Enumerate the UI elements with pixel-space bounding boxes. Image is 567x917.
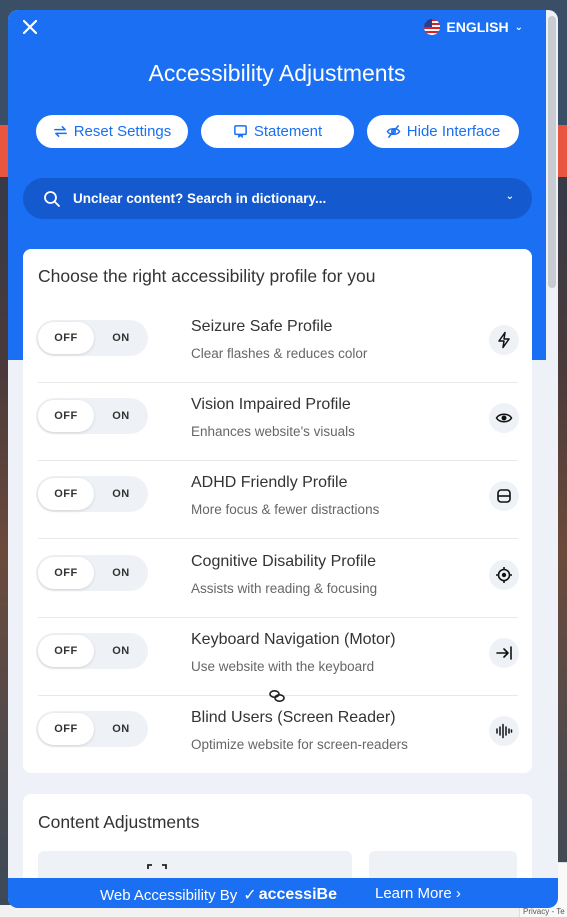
hide-interface-button[interactable]: Hide Interface (367, 115, 519, 148)
close-button[interactable] (20, 17, 42, 39)
toggle-on-label[interactable]: ON (96, 635, 146, 667)
chevron-down-icon: ⌄ (505, 191, 514, 202)
profile-row-blind-users: OFF ON Blind Users (Screen Reader) Optim… (36, 696, 519, 774)
powered-by[interactable]: Web Accessibility By ✓ accessiBe (100, 885, 337, 905)
accessibe-logo: ✓ accessiBe (243, 885, 337, 905)
profile-title: Keyboard Navigation (Motor) (191, 631, 396, 648)
learn-more-link[interactable]: Learn More › (375, 885, 461, 902)
panel-title: Accessibility Adjustments (148, 60, 406, 86)
search-icon (44, 190, 60, 207)
eye-slash-icon (386, 125, 401, 138)
reset-settings-button[interactable]: Reset Settings (36, 115, 188, 148)
powered-by-label: Web Accessibility By (100, 886, 238, 904)
profile-title: Vision Impaired Profile (191, 396, 351, 413)
lightning-icon (489, 325, 519, 355)
dictionary-search[interactable]: Unclear content? Search in dictionary...… (23, 178, 532, 219)
language-selector[interactable]: ENGLISH ⌄ (424, 19, 523, 35)
language-label: ENGLISH (446, 19, 509, 35)
profile-title: ADHD Friendly Profile (191, 474, 348, 491)
profile-description: Optimize website for screen-readers (191, 737, 408, 752)
accessibe-check-icon: ✓ (243, 887, 257, 904)
toggle-on-label[interactable]: ON (96, 557, 146, 589)
toggle-on-label[interactable]: ON (96, 322, 146, 354)
profile-row-seizure-safe: OFF ON Seizure Safe Profile Clear flashe… (36, 305, 519, 383)
accessibility-panel: ENGLISH ⌄ Accessibility Adjustments Rese… (8, 10, 558, 908)
reset-settings-label: Reset Settings (73, 123, 172, 140)
brand-name: accessiBe (258, 886, 337, 903)
link-chain-icon (267, 686, 287, 706)
vision-impaired-toggle[interactable]: OFF ON (36, 398, 148, 434)
profile-row-vision-impaired: OFF ON Vision Impaired Profile Enhances … (36, 383, 519, 461)
target-icon (489, 560, 519, 590)
toggle-off-label[interactable]: OFF (38, 322, 94, 354)
arrow-to-bar-icon (489, 638, 519, 668)
profile-row-adhd-friendly: OFF ON ADHD Friendly Profile More focus … (36, 461, 519, 539)
profile-title: Blind Users (Screen Reader) (191, 709, 396, 726)
panel-footer: Web Accessibility By ✓ accessiBe Learn M… (8, 878, 558, 908)
sound-wave-icon (489, 716, 519, 746)
profiles-heading: Choose the right accessibility profile f… (38, 266, 376, 286)
eye-icon (489, 403, 519, 433)
toggle-off-label[interactable]: OFF (38, 713, 94, 745)
profile-description: Use website with the keyboard (191, 659, 375, 674)
toggle-off-label[interactable]: OFF (38, 478, 94, 510)
statement-icon (233, 125, 247, 139)
profile-row-keyboard-navigation: OFF ON Keyboard Navigation (Motor) Use w… (36, 618, 519, 696)
toggle-off-label[interactable]: OFF (38, 635, 94, 667)
focus-box-icon (489, 481, 519, 511)
profile-row-cognitive-disability: OFF ON Cognitive Disability Profile Assi… (36, 540, 519, 618)
search-placeholder: Unclear content? Search in dictionary... (73, 191, 327, 206)
profile-description: Clear flashes & reduces color (191, 346, 368, 361)
chevron-right-icon: › (455, 885, 461, 902)
scrollbar-track[interactable] (546, 10, 558, 908)
profile-title: Cognitive Disability Profile (191, 553, 376, 570)
toggle-off-label[interactable]: OFF (38, 557, 94, 589)
statement-button[interactable]: Statement (201, 115, 354, 148)
profile-description: Assists with reading & focusing (191, 581, 378, 596)
adhd-friendly-toggle[interactable]: OFF ON (36, 476, 148, 512)
seizure-safe-toggle[interactable]: OFF ON (36, 320, 148, 356)
close-icon (22, 19, 38, 35)
expand-arrows-icon (147, 864, 167, 869)
toggle-off-label[interactable]: OFF (38, 400, 94, 432)
reset-arrows-icon (53, 126, 67, 137)
toggle-on-label[interactable]: ON (96, 478, 146, 510)
content-adjustments-heading: Content Adjustments (38, 812, 200, 832)
statement-label: Statement (253, 123, 323, 140)
keyboard-navigation-toggle[interactable]: OFF ON (36, 633, 148, 669)
toggle-on-label[interactable]: ON (96, 713, 146, 745)
blind-users-toggle[interactable]: OFF ON (36, 711, 148, 747)
learn-more-label: Learn More (375, 885, 452, 902)
scrollbar-thumb[interactable] (548, 16, 556, 288)
hide-interface-label: Hide Interface (406, 123, 501, 140)
profile-description: More focus & fewer distractions (191, 502, 380, 517)
toggle-on-label[interactable]: ON (96, 400, 146, 432)
profile-description: Enhances website's visuals (191, 424, 355, 439)
us-flag-icon (424, 19, 441, 35)
profile-title: Seizure Safe Profile (191, 318, 333, 335)
chevron-down-icon: ⌄ (514, 21, 523, 33)
cognitive-disability-toggle[interactable]: OFF ON (36, 555, 148, 591)
